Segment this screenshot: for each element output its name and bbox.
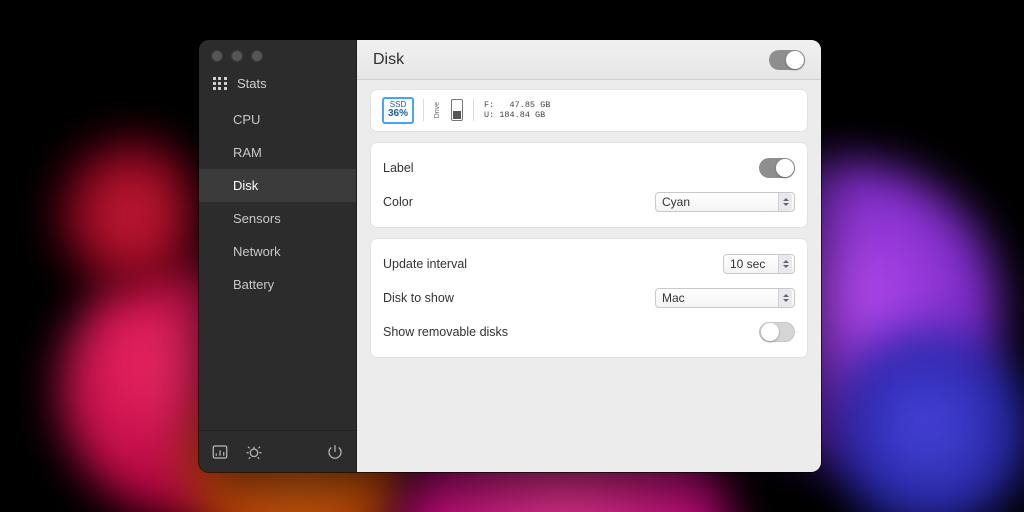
sidebar-item-cpu[interactable]: CPU	[199, 103, 356, 136]
chevron-up-down-icon	[778, 255, 792, 273]
bug-icon[interactable]	[245, 443, 263, 461]
content-header: Disk	[357, 40, 821, 80]
sidebar-item-battery[interactable]: Battery	[199, 268, 356, 301]
minimize-window-icon[interactable]	[231, 50, 243, 62]
update-interval-select[interactable]: 10 sec	[723, 254, 795, 274]
sidebar-item-label: RAM	[233, 145, 262, 160]
sidebar: Stats CPU RAM Disk Sensors Network Batte…	[199, 40, 357, 472]
disk-select[interactable]: Mac	[655, 288, 795, 308]
dashboard-icon	[213, 77, 227, 91]
color-select[interactable]: Cyan	[655, 192, 795, 212]
widget-free-line: F: 47.85 GB	[484, 100, 550, 110]
widget-bar[interactable]	[451, 99, 463, 121]
preferences-window: Stats CPU RAM Disk Sensors Network Batte…	[199, 40, 821, 472]
options-card: Update interval 10 sec Disk to show Mac …	[371, 239, 807, 357]
widget-percent: 36%	[388, 109, 408, 120]
widget-used-line: U: 184.84 GB	[484, 110, 550, 120]
app-title: Stats	[237, 76, 267, 91]
sidebar-item-label: CPU	[233, 112, 260, 127]
sidebar-item-ram[interactable]: RAM	[199, 136, 356, 169]
sidebar-item-disk[interactable]: Disk	[199, 169, 356, 202]
chevron-up-down-icon	[778, 289, 792, 307]
setting-label: Show removable disks	[383, 325, 759, 339]
sidebar-item-label: Sensors	[233, 211, 281, 226]
divider	[423, 99, 424, 121]
label-toggle[interactable]	[759, 158, 795, 178]
content-pane: Disk SSD 36% Drive F: 47.85 GB	[357, 40, 821, 472]
select-value: Cyan	[662, 195, 778, 209]
page-title: Disk	[373, 51, 404, 69]
setting-label: Update interval	[383, 257, 723, 271]
select-value: Mac	[662, 291, 778, 305]
sidebar-header[interactable]: Stats	[199, 70, 356, 97]
widget-ssd-percent[interactable]: SSD 36%	[383, 98, 413, 123]
setting-label: Label	[383, 161, 759, 175]
sidebar-item-network[interactable]: Network	[199, 235, 356, 268]
power-icon[interactable]	[326, 443, 344, 461]
chevron-up-down-icon	[778, 193, 792, 211]
sidebar-item-sensors[interactable]: Sensors	[199, 202, 356, 235]
widget-usage-text[interactable]: F: 47.85 GB U: 184.84 GB	[484, 100, 550, 120]
widget-preview-card: SSD 36% Drive F: 47.85 GB U: 184.84 GB	[371, 90, 807, 131]
removable-disks-toggle[interactable]	[759, 322, 795, 342]
window-traffic-lights[interactable]	[211, 50, 263, 62]
widget-bar-label: Drive	[434, 102, 441, 118]
close-window-icon[interactable]	[211, 50, 223, 62]
divider	[473, 99, 474, 121]
zoom-window-icon[interactable]	[251, 50, 263, 62]
appearance-card: Label Color Cyan	[371, 143, 807, 227]
sidebar-item-label: Disk	[233, 178, 258, 193]
sidebar-item-label: Network	[233, 244, 281, 259]
setting-label: Disk to show	[383, 291, 655, 305]
module-enabled-toggle[interactable]	[769, 50, 805, 70]
activity-icon[interactable]	[211, 443, 229, 461]
sidebar-item-label: Battery	[233, 277, 274, 292]
setting-label: Color	[383, 195, 655, 209]
select-value: 10 sec	[730, 257, 778, 271]
sidebar-footer	[199, 430, 356, 472]
